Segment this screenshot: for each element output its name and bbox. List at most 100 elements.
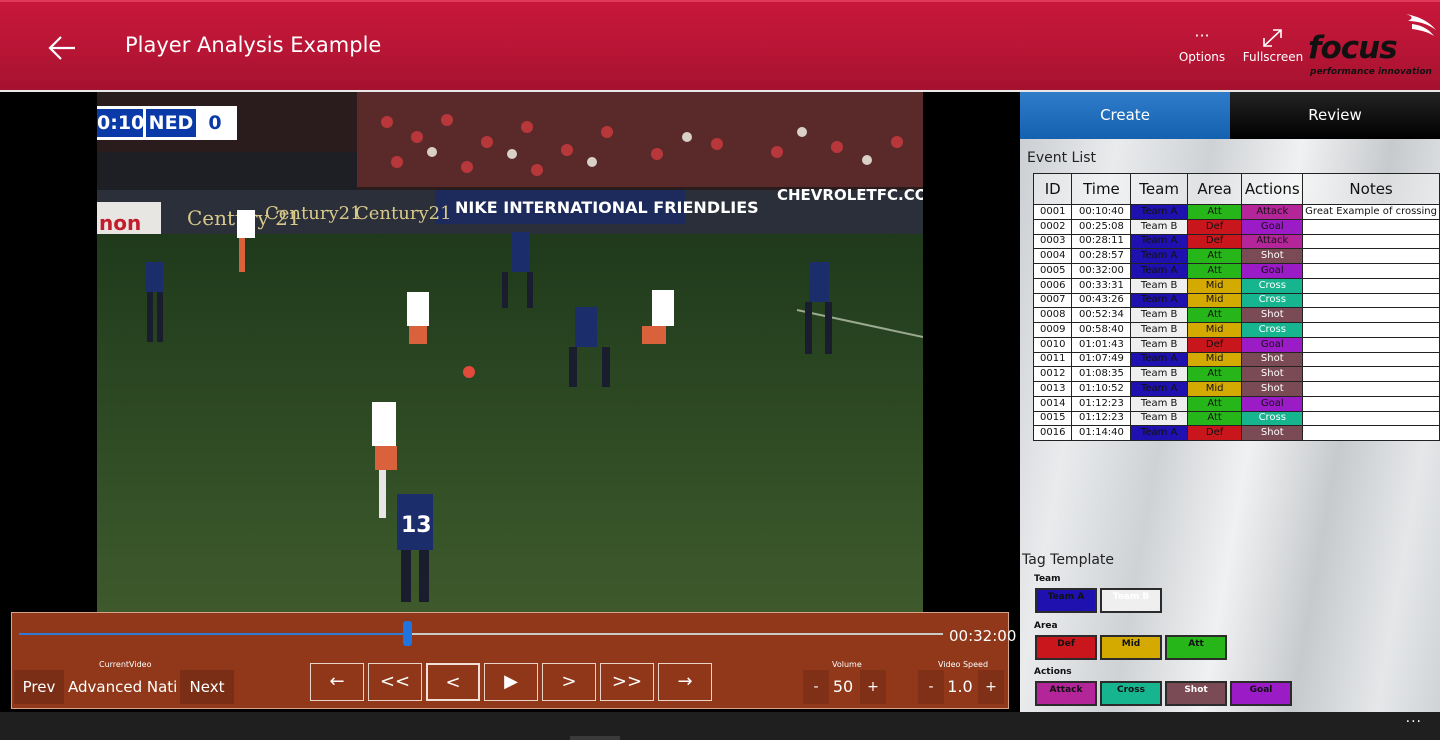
- jump-forward-button[interactable]: →: [658, 663, 712, 701]
- table-row[interactable]: 0010 01:01:43 Team B Def Goal: [1032, 336, 1440, 353]
- fast-rewind-button[interactable]: <<: [368, 663, 422, 701]
- tab-review[interactable]: Review: [1230, 92, 1440, 139]
- scoreboard: 0:10 NED 0: [97, 106, 237, 140]
- table-row[interactable]: 0007 00:43:26 Team A Mid Cross: [1032, 292, 1440, 309]
- event-time-cell: 00:28:57: [1071, 248, 1132, 264]
- current-time: 00:32:00: [949, 627, 1017, 645]
- table-row[interactable]: 0006 00:33:31 Team B Mid Cross: [1032, 277, 1440, 294]
- speed-up-button[interactable]: +: [978, 670, 1004, 704]
- table-row[interactable]: 0012 01:08:35 Team B Att Shot: [1032, 366, 1440, 382]
- more-icon[interactable]: ···: [1406, 714, 1422, 730]
- tag-action-attack[interactable]: Attack: [1035, 681, 1097, 706]
- column-header-area[interactable]: Area: [1186, 173, 1243, 205]
- event-time-cell: 00:28:11: [1071, 233, 1132, 250]
- column-header-id[interactable]: ID: [1032, 173, 1073, 205]
- event-time-cell: 01:01:43: [1071, 336, 1132, 353]
- tag-template-heading: Tag Template: [1022, 552, 1115, 568]
- table-row[interactable]: 0001 00:10:40 Team A Att Attack Great Example…: [1032, 204, 1440, 220]
- volume-down-button[interactable]: -: [803, 670, 829, 704]
- event-team-cell: Team A: [1130, 233, 1188, 250]
- event-time-cell: 01:07:49: [1071, 351, 1132, 368]
- fast-forward-button[interactable]: >>: [600, 663, 654, 701]
- event-team-cell: Team A: [1130, 292, 1188, 309]
- tag-action-cross[interactable]: Cross: [1100, 681, 1162, 706]
- tag-area-def[interactable]: Def: [1035, 635, 1097, 660]
- event-area-cell: Mid: [1186, 351, 1243, 368]
- tag-area-att[interactable]: Att: [1165, 635, 1227, 660]
- speed-down-button[interactable]: -: [918, 670, 944, 704]
- video-frame[interactable]: non NIKE INTERNATIONAL FRIENDLIES Centur…: [97, 92, 923, 612]
- tag-group-area-heading: Area: [1034, 621, 1058, 631]
- column-header-notes[interactable]: Notes: [1302, 173, 1440, 205]
- step-back-button[interactable]: <: [426, 663, 480, 701]
- svg-text:Century21: Century21: [265, 203, 362, 224]
- step-forward-button[interactable]: >: [542, 663, 596, 701]
- table-row[interactable]: 0002 00:25:08 Team B Def Goal: [1032, 218, 1440, 235]
- tag-area-mid[interactable]: Mid: [1100, 635, 1162, 660]
- back-arrow-icon[interactable]: [44, 30, 80, 66]
- event-action-cell: Shot: [1241, 248, 1304, 264]
- event-area-cell: Att: [1186, 395, 1243, 412]
- column-header-team[interactable]: Team: [1130, 173, 1188, 205]
- event-area-cell: Def: [1186, 233, 1243, 250]
- event-notes-cell: [1302, 395, 1440, 412]
- table-row[interactable]: 0009 00:58:40 Team B Mid Cross: [1032, 322, 1440, 338]
- prev-video-button[interactable]: Prev: [14, 670, 64, 704]
- table-row[interactable]: 0003 00:28:11 Team A Def Attack: [1032, 233, 1440, 250]
- event-notes-cell: Great Example of crossing: [1302, 204, 1440, 220]
- table-row[interactable]: 0008 00:52:34 Team B Att Shot: [1032, 307, 1440, 323]
- speed-value: 1.0: [947, 677, 973, 696]
- options-label: Options: [1178, 50, 1226, 64]
- jump-back-button[interactable]: ←: [310, 663, 364, 701]
- table-row[interactable]: 0005 00:32:00 Team A Att Goal: [1032, 263, 1440, 279]
- options-button[interactable]: ··· Options: [1178, 28, 1226, 65]
- tag-group-actions-heading: Actions: [1034, 667, 1072, 677]
- tag-team-b[interactable]: Team B: [1100, 588, 1162, 613]
- event-action-cell: Cross: [1241, 322, 1304, 338]
- event-area-cell: Att: [1186, 366, 1243, 382]
- next-video-button[interactable]: Next: [180, 670, 234, 704]
- event-notes-cell: [1302, 307, 1440, 323]
- event-table: ID Time Team Area Actions Notes 0001 00:1…: [1032, 173, 1440, 441]
- table-row[interactable]: 0011 01:07:49 Team A Mid Shot: [1032, 351, 1440, 368]
- column-header-actions[interactable]: Actions: [1241, 173, 1304, 205]
- svg-text:13: 13: [401, 513, 432, 538]
- event-action-cell: Goal: [1241, 263, 1304, 279]
- event-time-cell: 00:25:08: [1071, 218, 1132, 235]
- table-row[interactable]: 0014 01:12:23 Team B Att Goal: [1032, 395, 1440, 412]
- tag-group-team-heading: Team: [1034, 574, 1061, 584]
- tag-action-shot[interactable]: Shot: [1165, 681, 1227, 706]
- svg-text:NIKE INTERNATIONAL FRIENDLIES: NIKE INTERNATIONAL FRIENDLIES: [455, 198, 759, 217]
- event-team-cell: Team B: [1130, 277, 1188, 294]
- column-header-time[interactable]: Time: [1071, 173, 1132, 205]
- seek-bar[interactable]: [19, 633, 943, 635]
- event-area-cell: Att: [1186, 307, 1243, 323]
- tag-action-goal[interactable]: Goal: [1230, 681, 1292, 706]
- seek-thumb[interactable]: [403, 621, 413, 646]
- volume-up-button[interactable]: +: [860, 670, 886, 704]
- tab-create[interactable]: Create: [1020, 92, 1230, 139]
- event-action-cell: Cross: [1241, 292, 1304, 309]
- event-team-cell: Team A: [1130, 425, 1188, 441]
- event-notes-cell: [1302, 322, 1440, 338]
- event-id-cell: 0016: [1032, 425, 1073, 441]
- play-button[interactable]: ▶: [484, 663, 538, 701]
- fullscreen-button[interactable]: Fullscreen: [1242, 28, 1304, 64]
- table-row[interactable]: 0015 01:12:23 Team B Att Cross: [1032, 410, 1440, 427]
- event-notes-cell: [1302, 248, 1440, 264]
- event-id-cell: 0007: [1032, 292, 1073, 309]
- event-notes-cell: [1302, 277, 1440, 294]
- scoreboard-clock: 0:10: [97, 109, 143, 137]
- table-row[interactable]: 0016 01:14:40 Team A Def Shot: [1032, 425, 1440, 441]
- event-area-cell: Att: [1186, 248, 1243, 264]
- tagging-panel: Create Review Event List ID Time Team Ar…: [1020, 92, 1440, 712]
- event-time-cell: 00:33:31: [1071, 277, 1132, 294]
- tag-team-a[interactable]: Team A: [1035, 588, 1097, 613]
- event-id-cell: 0015: [1032, 410, 1073, 427]
- table-row[interactable]: 0004 00:28:57 Team A Att Shot: [1032, 248, 1440, 264]
- event-team-cell: Team B: [1130, 218, 1188, 235]
- table-row[interactable]: 0013 01:10:52 Team A Mid Shot: [1032, 381, 1440, 397]
- event-area-cell: Mid: [1186, 292, 1243, 309]
- event-id-cell: 0014: [1032, 395, 1073, 412]
- event-team-cell: Team A: [1130, 263, 1188, 279]
